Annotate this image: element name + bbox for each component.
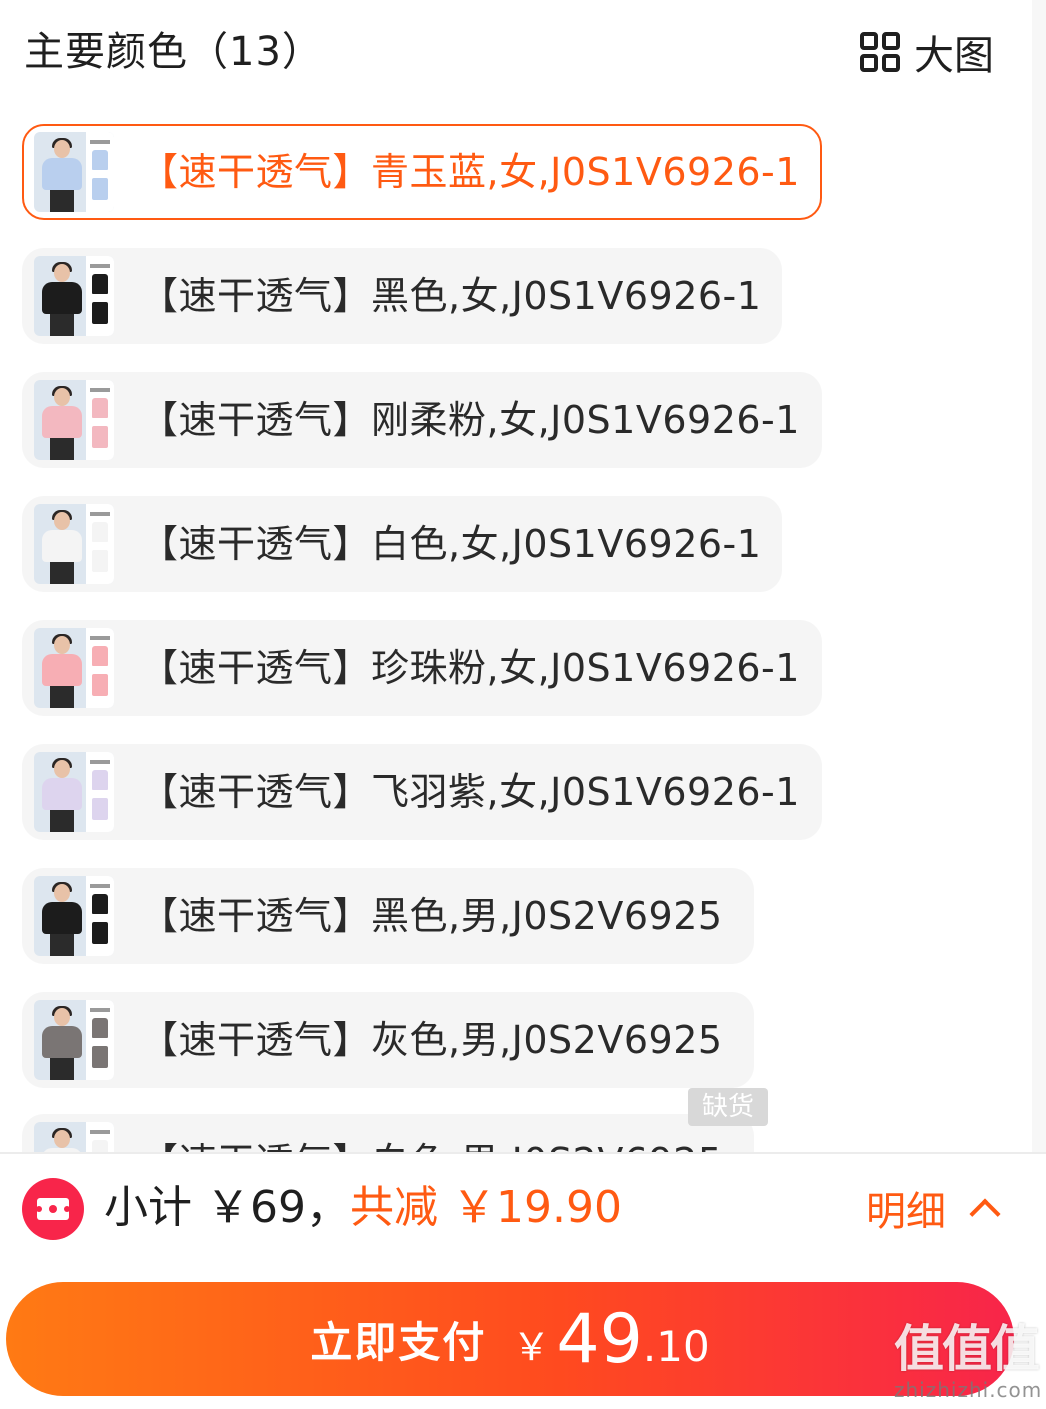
product-thumbnail <box>34 876 114 956</box>
color-option-label: 【速干透气】白色,男,J0S2V6925 <box>140 1140 723 1152</box>
page-title: 主要颜色（13） <box>24 29 323 75</box>
product-thumbnail <box>34 628 114 708</box>
coupon-ticket-icon[interactable] <box>22 1178 84 1240</box>
color-option[interactable]: 【速干透气】白色,男,J0S2V6925 <box>22 1114 754 1152</box>
color-option-label: 【速干透气】珍珠粉,女,J0S1V6926-1 <box>140 646 800 690</box>
pay-currency-symbol: ￥ <box>512 1324 551 1369</box>
color-option[interactable]: 【速干透气】珍珠粉,女,J0S1V6926-1 <box>22 620 822 716</box>
price-detail-toggle[interactable]: 明细 <box>866 1180 1001 1236</box>
checkout-bar: 小计 ￥69， 共减 ￥19.90 明细 立即支付 ￥ 49 .10 <box>0 1152 1046 1409</box>
product-thumbnail <box>34 132 114 212</box>
color-option-label: 【速干透气】白色,女,J0S1V6926-1 <box>140 522 762 566</box>
color-option[interactable]: 【速干透气】飞羽紫,女,J0S1V6926-1 <box>22 744 822 840</box>
discount-text: 共减 ￥19.90 <box>350 1182 622 1233</box>
color-options-list: 【速干透气】青玉蓝,女,J0S1V6926-1 【速干透气】黑色,女,J0S1V… <box>0 0 1032 1152</box>
color-option-label: 【速干透气】黑色,女,J0S1V6926-1 <box>140 274 762 318</box>
color-option-label: 【速干透气】黑色,男,J0S2V6925 <box>140 894 723 938</box>
color-option[interactable]: 【速干透气】白色,女,J0S1V6926-1 <box>22 496 782 592</box>
product-thumbnail <box>34 1122 114 1152</box>
large-view-toggle[interactable]: 大图 <box>858 26 994 79</box>
color-option[interactable]: 【速干透气】黑色,男,J0S2V6925 <box>22 868 754 964</box>
color-option-label: 【速干透气】青玉蓝,女,J0S1V6926-1 <box>140 150 800 194</box>
subtotal-text: 小计 ￥69， <box>104 1182 350 1233</box>
color-option-label: 【速干透气】刚柔粉,女,J0S1V6926-1 <box>140 398 800 442</box>
site-watermark: 值值值 zhizhizhi.com <box>894 1320 1044 1402</box>
color-option[interactable]: 【速干透气】刚柔粉,女,J0S1V6926-1 <box>22 372 822 468</box>
scroll-rail <box>1032 0 1046 1155</box>
grid-view-icon <box>858 30 902 74</box>
product-thumbnail <box>34 1000 114 1080</box>
color-option-label: 【速干透气】灰色,男,J0S2V6925 <box>140 1018 723 1062</box>
watermark-logo: 值值值 <box>894 1320 1040 1378</box>
pay-now-button[interactable]: 立即支付 ￥ 49 .10 <box>6 1282 1014 1396</box>
product-thumbnail <box>34 752 114 832</box>
color-option-label: 【速干透气】飞羽紫,女,J0S1V6926-1 <box>140 770 800 814</box>
pay-amount-integer: 49 <box>556 1299 643 1379</box>
product-thumbnail <box>34 380 114 460</box>
detail-label: 明细 <box>866 1189 946 1235</box>
product-thumbnail <box>34 504 114 584</box>
chevron-up-icon <box>969 1198 1001 1230</box>
pay-amount-decimal: .10 <box>642 1321 710 1371</box>
pay-button-label: 立即支付 <box>310 1317 487 1367</box>
out-of-stock-badge: 缺货 <box>688 1088 768 1126</box>
color-option[interactable]: 【速干透气】灰色,男,J0S2V6925 <box>22 992 754 1088</box>
color-option[interactable]: 【速干透气】黑色,女,J0S1V6926-1 <box>22 248 782 344</box>
watermark-url: zhizhizhi.com <box>894 1378 1043 1402</box>
view-toggle-label: 大图 <box>914 33 994 79</box>
color-option[interactable]: 【速干透气】青玉蓝,女,J0S1V6926-1 <box>22 124 822 220</box>
product-thumbnail <box>34 256 114 336</box>
